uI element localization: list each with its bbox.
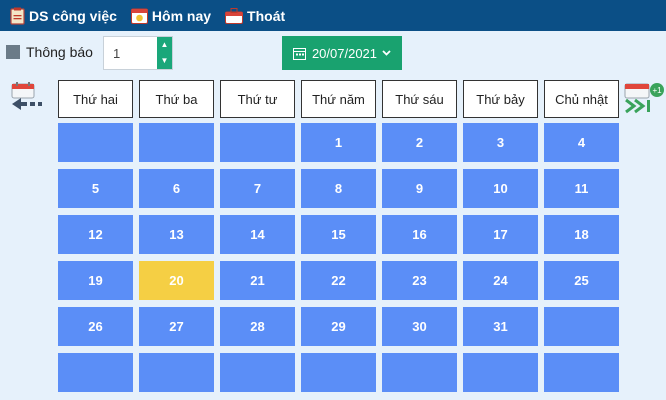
weekday-friday: Thứ sáu — [382, 80, 457, 118]
calendar-day-cell[interactable]: 25 — [544, 261, 619, 300]
calendar-day-cell[interactable]: 14 — [220, 215, 295, 254]
weekday-tuesday: Thứ ba — [139, 80, 214, 118]
calendar-day-cell[interactable] — [220, 353, 295, 392]
weekday-monday: Thứ hai — [58, 80, 133, 118]
calendar-day-cell[interactable]: 21 — [220, 261, 295, 300]
calendar-day-cell[interactable]: 27 — [139, 307, 214, 346]
notify-label: Thông báo — [26, 44, 93, 60]
calendar-forward-icon: +1 — [624, 83, 664, 114]
calendar-day-cell[interactable]: 16 — [382, 215, 457, 254]
calendar-day-cell[interactable]: 26 — [58, 307, 133, 346]
calendar-day-cell[interactable]: 13 — [139, 215, 214, 254]
quantity-stepper: ▲ ▼ — [103, 36, 173, 70]
next-month-button[interactable]: +1 — [623, 82, 666, 121]
today-button[interactable]: Hôm nay — [130, 7, 212, 24]
weekday-header: Thứ hai Thứ ba Thứ tư Thứ năm Thứ sáu Th… — [58, 80, 619, 118]
calendar-day-cell[interactable]: 15 — [301, 215, 376, 254]
selected-date: 20/07/2021 — [311, 45, 378, 61]
weekday-thursday: Thứ năm — [301, 80, 376, 118]
clipboard-icon — [10, 7, 25, 25]
calendar-day-cell[interactable]: 17 — [463, 215, 538, 254]
previous-month-button[interactable] — [10, 82, 48, 121]
calendar-grid: 1 2 3 4 5 6 7 8 9 10 11 12 13 14 15 16 17 18 19 20 21 22 23 24 2… — [58, 123, 619, 392]
calendar-day-cell[interactable]: 2 — [382, 123, 457, 162]
task-list-label: DS công việc — [29, 7, 117, 24]
calendar-day-cell[interactable] — [544, 353, 619, 392]
calendar-day-cell[interactable]: 10 — [463, 169, 538, 208]
calendar-day-cell[interactable]: 7 — [220, 169, 295, 208]
exit-button[interactable]: Thoát — [225, 7, 286, 24]
calendar-day-cell[interactable]: 18 — [544, 215, 619, 254]
calendar-day-cell[interactable]: 11 — [544, 169, 619, 208]
stepper-up-icon[interactable]: ▲ — [161, 41, 169, 49]
calendar-day-cell[interactable]: 4 — [544, 123, 619, 162]
calendar-day-cell[interactable] — [139, 123, 214, 162]
chevron-down-icon — [382, 50, 391, 56]
calendar-day-cell[interactable]: 29 — [301, 307, 376, 346]
calendar-day-cell[interactable]: 12 — [58, 215, 133, 254]
top-toolbar: DS công việc Hôm nay Thoát — [0, 0, 666, 31]
calendar-day-cell[interactable]: 30 — [382, 307, 457, 346]
exit-icon — [225, 7, 244, 24]
calendar-icon — [130, 8, 148, 24]
calendar-day-cell[interactable]: 24 — [463, 261, 538, 300]
task-list-button[interactable]: DS công việc — [10, 7, 117, 25]
stepper-down-icon[interactable]: ▼ — [161, 57, 169, 65]
calendar-back-arrow-icon — [11, 82, 42, 110]
calendar-day-cell[interactable]: 31 — [463, 307, 538, 346]
weekday-sunday: Chủ nhật — [544, 80, 619, 118]
calendar-icon — [292, 47, 306, 60]
calendar-day-cell[interactable]: 1 — [301, 123, 376, 162]
exit-label: Thoát — [247, 7, 286, 24]
date-picker-button[interactable]: 20/07/2021 — [282, 36, 402, 70]
stepper-input[interactable] — [104, 37, 157, 69]
calendar-day-cell[interactable] — [463, 353, 538, 392]
today-label: Hôm nay — [151, 7, 212, 24]
weekday-wednesday: Thứ tư — [220, 80, 295, 118]
calendar-day-cell[interactable] — [139, 353, 214, 392]
calendar-day-cell[interactable] — [382, 353, 457, 392]
calendar-day-today[interactable]: 20 — [139, 261, 214, 300]
calendar-day-cell[interactable] — [220, 123, 295, 162]
calendar-day-cell[interactable] — [544, 307, 619, 346]
calendar-day-cell[interactable]: 22 — [301, 261, 376, 300]
calendar-day-cell[interactable]: 3 — [463, 123, 538, 162]
calendar-day-cell[interactable]: 19 — [58, 261, 133, 300]
calendar-day-cell[interactable] — [301, 353, 376, 392]
calendar-day-cell[interactable]: 9 — [382, 169, 457, 208]
notify-toggle[interactable]: Thông báo — [6, 44, 93, 60]
notify-checkbox[interactable] — [6, 45, 20, 59]
calendar-day-cell[interactable]: 5 — [58, 169, 133, 208]
calendar-day-cell[interactable] — [58, 123, 133, 162]
stepper-buttons: ▲ ▼ — [157, 37, 172, 69]
calendar-day-cell[interactable]: 23 — [382, 261, 457, 300]
weekday-saturday: Thứ bảy — [463, 80, 538, 118]
next-badge: +1 — [652, 86, 662, 95]
calendar-day-cell[interactable]: 28 — [220, 307, 295, 346]
calendar-day-cell[interactable]: 8 — [301, 169, 376, 208]
calendar-day-cell[interactable]: 6 — [139, 169, 214, 208]
calendar-day-cell[interactable] — [58, 353, 133, 392]
